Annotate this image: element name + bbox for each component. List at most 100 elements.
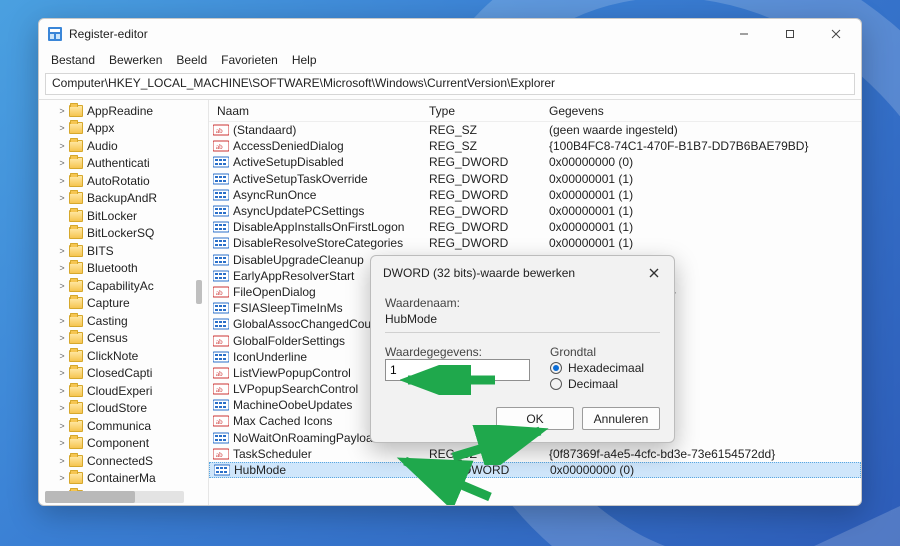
menu-edit[interactable]: Bewerken bbox=[103, 51, 168, 69]
dword-value-icon bbox=[213, 270, 229, 282]
tree-item-label: Authenticati bbox=[87, 156, 150, 170]
tree-item[interactable]: >AppReadine bbox=[39, 102, 208, 120]
dword-value-icon bbox=[213, 318, 229, 330]
menu-view[interactable]: Beeld bbox=[170, 51, 213, 69]
folder-icon bbox=[69, 175, 83, 187]
window-title: Register-editor bbox=[69, 27, 721, 41]
menu-file[interactable]: Bestand bbox=[45, 51, 101, 69]
tree-item[interactable]: BitLocker bbox=[39, 207, 208, 225]
svg-text:ab: ab bbox=[216, 370, 223, 378]
edit-dword-dialog: DWORD (32 bits)-waarde bewerken Waardena… bbox=[370, 255, 675, 443]
value-row[interactable]: ActiveSetupDisabledREG_DWORD0x00000000 (… bbox=[209, 154, 861, 170]
value-name: AsyncUpdatePCSettings bbox=[233, 204, 429, 218]
maximize-button[interactable] bbox=[767, 19, 813, 49]
value-row[interactable]: ActiveSetupTaskOverrideREG_DWORD0x000000… bbox=[209, 171, 861, 187]
tree-item[interactable]: Capture bbox=[39, 295, 208, 313]
tree-scrollbar-v[interactable] bbox=[196, 280, 202, 304]
menu-help[interactable]: Help bbox=[286, 51, 323, 69]
value-name: DisableResolveStoreCategories bbox=[233, 236, 429, 250]
folder-icon bbox=[69, 455, 83, 467]
tree-item-label: Census bbox=[87, 331, 128, 345]
tree-item[interactable]: >CapabilityAc bbox=[39, 277, 208, 295]
chevron-right-icon bbox=[57, 228, 67, 238]
base-label: Grondtal bbox=[550, 345, 660, 359]
tree-item-label: ClickNote bbox=[87, 349, 138, 363]
tree-item[interactable]: >Bluetooth bbox=[39, 260, 208, 278]
folder-icon bbox=[69, 262, 83, 274]
tree-item[interactable]: >Census bbox=[39, 330, 208, 348]
tree-item[interactable]: >Controls Fol bbox=[39, 505, 208, 506]
value-row[interactable]: AsyncUpdatePCSettingsREG_DWORD0x00000001… bbox=[209, 203, 861, 219]
value-row[interactable]: DisableResolveStoreCategoriesREG_DWORD0x… bbox=[209, 235, 861, 251]
tree-item-label: CloudStore bbox=[87, 401, 147, 415]
value-type: REG_DWORD bbox=[429, 155, 549, 169]
tree-item[interactable]: >Casting bbox=[39, 312, 208, 330]
tree-item[interactable]: >ClickNote bbox=[39, 347, 208, 365]
tree-item[interactable]: >BackupAndR bbox=[39, 190, 208, 208]
tree-item-label: ClosedCapti bbox=[87, 366, 152, 380]
folder-icon bbox=[69, 297, 83, 309]
tree-item[interactable]: >ContainerMa bbox=[39, 470, 208, 488]
tree-item[interactable]: >BITS bbox=[39, 242, 208, 260]
tree-item[interactable]: > Appx bbox=[39, 120, 208, 138]
svg-text:ab: ab bbox=[216, 338, 223, 346]
value-row[interactable]: abAccessDeniedDialogREG_SZ{100B4FC8-74C1… bbox=[209, 138, 861, 154]
ok-button[interactable]: OK bbox=[496, 407, 574, 430]
string-value-icon: ab bbox=[213, 448, 229, 460]
svg-text:ab: ab bbox=[216, 386, 223, 394]
tree-item[interactable]: >Component bbox=[39, 435, 208, 453]
string-value-icon: ab bbox=[213, 415, 229, 427]
value-data: (geen waarde ingesteld) bbox=[549, 123, 861, 137]
tree-item[interactable]: >CloudStore bbox=[39, 400, 208, 418]
tree-item[interactable]: >ConnectedS bbox=[39, 452, 208, 470]
tree-item[interactable]: >CloudExperi bbox=[39, 382, 208, 400]
folder-icon bbox=[69, 210, 83, 222]
value-type: REG_SZ bbox=[429, 123, 549, 137]
tree-item-label: Appx bbox=[87, 121, 114, 135]
col-type[interactable]: Type bbox=[429, 104, 549, 118]
dword-value-icon bbox=[213, 189, 229, 201]
tree-item[interactable]: >Authenticati bbox=[39, 155, 208, 173]
tree-pane[interactable]: >AppReadine>Appx>Audio>Authenticati>Auto… bbox=[39, 100, 209, 505]
tree-item[interactable]: BitLockerSQ bbox=[39, 225, 208, 243]
dword-value-icon bbox=[213, 205, 229, 217]
tree-item[interactable]: >AutoRotatio bbox=[39, 172, 208, 190]
tree-item[interactable]: >ClosedCapti bbox=[39, 365, 208, 383]
minimize-button[interactable] bbox=[721, 19, 767, 49]
value-row[interactable]: AsyncRunOnceREG_DWORD0x00000001 (1) bbox=[209, 187, 861, 203]
value-row[interactable]: HubModeREG_DWORD0x00000000 (0) bbox=[209, 462, 861, 478]
value-name: AsyncRunOnce bbox=[233, 188, 429, 202]
folder-icon bbox=[69, 385, 83, 397]
chevron-right-icon: > bbox=[57, 123, 67, 133]
cancel-button[interactable]: Annuleren bbox=[582, 407, 660, 430]
dialog-close-button[interactable] bbox=[640, 262, 668, 284]
value-row[interactable]: abTaskSchedulerREG_SZ{0f87369f-a4e5-4cfc… bbox=[209, 446, 861, 462]
value-name: TaskScheduler bbox=[233, 447, 429, 461]
svg-text:ab: ab bbox=[216, 418, 223, 426]
tree-item-label: BackupAndR bbox=[87, 191, 157, 205]
value-data-input[interactable] bbox=[385, 359, 530, 381]
chevron-right-icon: > bbox=[57, 473, 67, 483]
address-bar[interactable]: Computer\HKEY_LOCAL_MACHINE\SOFTWARE\Mic… bbox=[45, 73, 855, 95]
radio-dec[interactable]: Decimaal bbox=[550, 377, 660, 391]
col-data[interactable]: Gegevens bbox=[549, 104, 861, 118]
value-row[interactable]: ab(Standaard)REG_SZ(geen waarde ingestel… bbox=[209, 122, 861, 138]
dword-value-icon bbox=[213, 432, 229, 444]
radio-hex[interactable]: Hexadecimaal bbox=[550, 361, 660, 375]
value-row[interactable]: DisableAppInstallsOnFirstLogonREG_DWORD0… bbox=[209, 219, 861, 235]
tree-item-label: Audio bbox=[87, 139, 118, 153]
value-data: 0x00000001 (1) bbox=[549, 204, 861, 218]
value-data: {0f87369f-a4e5-4cfc-bd3e-73e6154572dd} bbox=[549, 447, 861, 461]
col-name[interactable]: Naam bbox=[209, 104, 429, 118]
chevron-right-icon: > bbox=[57, 246, 67, 256]
folder-icon bbox=[69, 157, 83, 169]
menu-fav[interactable]: Favorieten bbox=[215, 51, 284, 69]
tree-item[interactable]: >Communica bbox=[39, 417, 208, 435]
tree-item[interactable]: >Audio bbox=[39, 137, 208, 155]
close-button[interactable] bbox=[813, 19, 859, 49]
list-header[interactable]: Naam Type Gegevens bbox=[209, 100, 861, 122]
folder-icon bbox=[69, 315, 83, 327]
chevron-right-icon: > bbox=[57, 316, 67, 326]
tree-scrollbar-h[interactable] bbox=[45, 491, 184, 503]
tree-item-label: CloudExperi bbox=[87, 384, 152, 398]
